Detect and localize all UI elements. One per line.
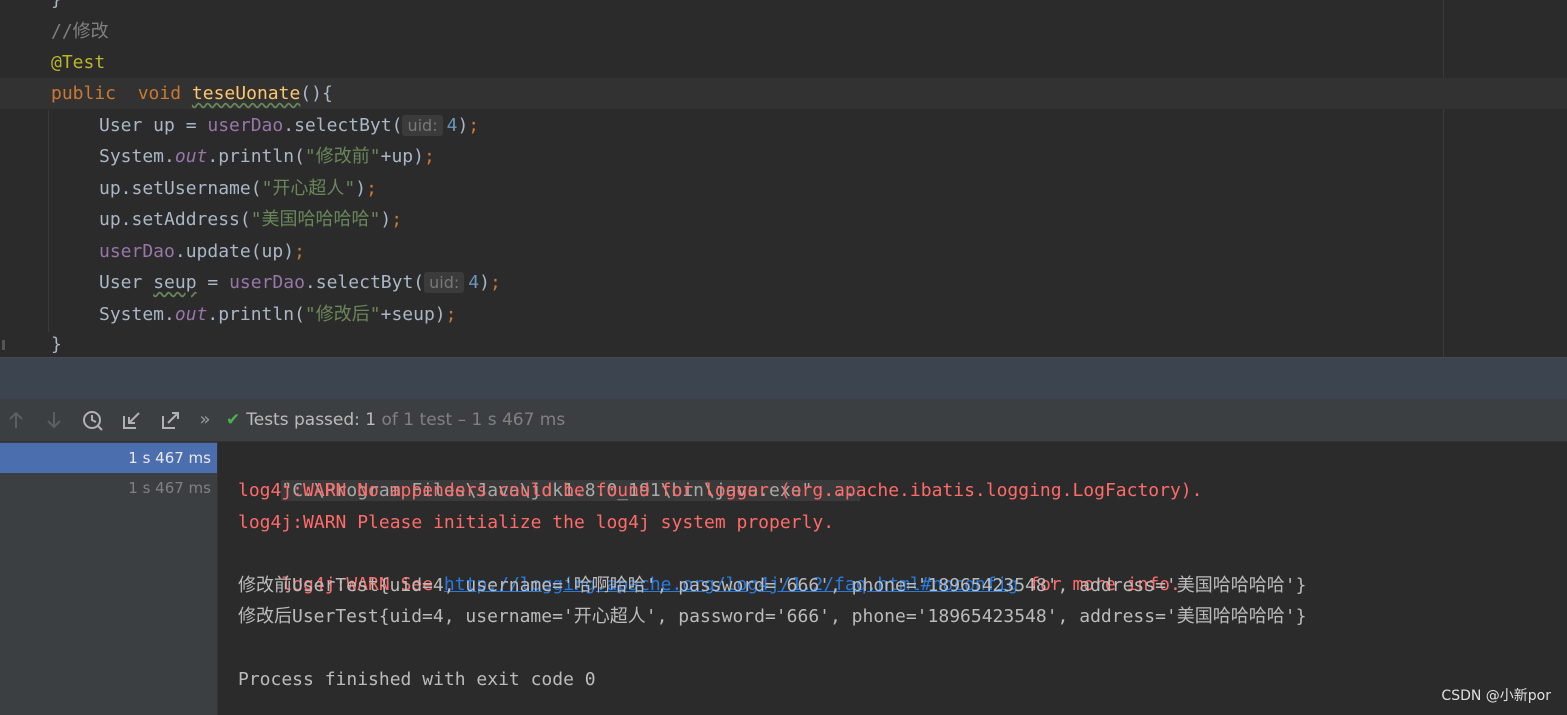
close-paren: ) bbox=[380, 209, 392, 230]
test-runner-toolbar: » ✔ Tests passed: 1 of 1 test – 1 s 467 m… bbox=[0, 399, 1567, 442]
statement: User seup = userDao.selectByt(uid: 4); bbox=[99, 267, 501, 298]
code-line-current[interactable]: public void teseUonate(){ bbox=[0, 78, 1567, 109]
statement: up.setAddress("美国哈哈哈哈"); bbox=[99, 204, 402, 235]
semicolon: ; bbox=[445, 304, 457, 325]
string-literal: "美国哈哈哈哈" bbox=[250, 209, 381, 230]
tests-status: ✔ Tests passed: 1 of 1 test – 1 s 467 ms bbox=[226, 399, 565, 441]
test-results-tree: 1 s 467 ms 1 s 467 ms bbox=[0, 442, 218, 715]
statement: userDao.update(up); bbox=[99, 236, 305, 267]
semicolon: ; bbox=[468, 115, 480, 136]
check-icon: ✔ bbox=[226, 410, 241, 430]
parameter-hint: uid: bbox=[424, 272, 465, 293]
string-literal: "修改后" bbox=[304, 304, 381, 325]
statement: User up = userDao.selectByt(uid: 4); bbox=[99, 110, 479, 141]
import-tests-icon[interactable] bbox=[120, 408, 144, 432]
code-line[interactable]: @Test bbox=[0, 47, 1567, 78]
semicolon: ; bbox=[391, 209, 403, 230]
close-paren: ) bbox=[457, 115, 469, 136]
close-paren: ) bbox=[355, 178, 367, 199]
code-line[interactable]: up.setUsername("开心超人"); bbox=[0, 173, 1567, 204]
exit-line: Process finished with exit code 0 bbox=[238, 669, 596, 690]
expression: +up) bbox=[380, 146, 424, 167]
code-line[interactable]: User up = userDao.selectByt(uid: 4); bbox=[0, 110, 1567, 141]
code-line[interactable]: System.out.println("修改后"+seup); bbox=[0, 299, 1567, 330]
code-editor[interactable]: } //修改 @Test public void teseUonate(){ U… bbox=[0, 0, 1567, 357]
comment: //修改 bbox=[51, 21, 109, 42]
code-line[interactable]: //修改 bbox=[0, 16, 1567, 47]
export-tests-icon[interactable] bbox=[159, 408, 183, 432]
semicolon: ; bbox=[423, 146, 435, 167]
panel-splitter[interactable] bbox=[0, 357, 1567, 400]
field-userdao: userDao bbox=[207, 115, 284, 136]
warning-line: log4j:WARN See http://logging.apache.org… bbox=[238, 538, 1180, 595]
code-line[interactable]: up.setAddress("美国哈哈哈哈"); bbox=[0, 204, 1567, 235]
expression: +seup) bbox=[380, 304, 446, 325]
code-line[interactable]: System.out.println("修改前"+up); bbox=[0, 141, 1567, 172]
code-line[interactable]: } bbox=[0, 329, 1567, 357]
tests-passed-label: Tests passed: 1 bbox=[246, 410, 377, 430]
method-call: .selectByt( bbox=[304, 272, 425, 293]
declaration: User bbox=[99, 272, 154, 293]
number-literal: 4 bbox=[446, 115, 458, 136]
declaration: User up = bbox=[99, 115, 208, 136]
method-call: .update(up) bbox=[174, 241, 295, 262]
annotation-test: @Test bbox=[51, 52, 106, 73]
variable-seup: seup bbox=[153, 272, 197, 293]
method-call: .println( bbox=[207, 304, 305, 325]
field-userdao: userDao bbox=[99, 241, 175, 262]
arrow-down-icon[interactable] bbox=[42, 408, 66, 432]
method-paren: (){ bbox=[300, 83, 333, 104]
test-tree-row[interactable]: 1 s 467 ms bbox=[0, 473, 217, 503]
warning-line: log4j:WARN Please initialize the log4j s… bbox=[238, 512, 835, 533]
semicolon: ; bbox=[366, 178, 377, 199]
tests-summary-label: of 1 test – 1 s 467 ms bbox=[376, 410, 566, 430]
console-line: "C:\Program Files\Java\jdk1.8.0_191\bin\… bbox=[238, 444, 860, 501]
history-clock-icon[interactable] bbox=[81, 408, 105, 432]
method-call: up.setUsername( bbox=[99, 178, 262, 199]
semicolon: ; bbox=[294, 241, 305, 262]
output-line: 修改后UserTest{uid=4, username='开心超人', pass… bbox=[238, 606, 1307, 627]
closing-brace: } bbox=[51, 0, 62, 15]
close-paren: ) bbox=[479, 272, 490, 293]
static-field-out: out bbox=[174, 304, 208, 325]
string-literal: "修改前" bbox=[304, 146, 381, 167]
method-call: up.setAddress( bbox=[99, 209, 251, 230]
closing-brace: } bbox=[51, 334, 62, 355]
semicolon: ; bbox=[489, 272, 501, 293]
console-output[interactable]: "C:\Program Files\Java\jdk1.8.0_191\bin\… bbox=[218, 442, 1567, 715]
class-system: System. bbox=[99, 304, 175, 325]
method-signature: public void teseUonate(){ bbox=[51, 78, 333, 109]
code-line[interactable]: userDao.update(up); bbox=[0, 236, 1567, 267]
statement: System.out.println("修改前"+up); bbox=[99, 141, 435, 172]
arrow-up-icon[interactable] bbox=[4, 408, 28, 432]
output-line: 修改前UserTest{uid=4, username='哈啊哈哈', pass… bbox=[238, 575, 1307, 596]
class-system: System. bbox=[99, 146, 175, 167]
statement: up.setUsername("开心超人"); bbox=[99, 173, 377, 204]
field-userdao: userDao bbox=[229, 272, 305, 293]
watermark: CSDN @小新por bbox=[1441, 688, 1551, 704]
number-literal: 4 bbox=[468, 272, 480, 293]
code-line[interactable]: User seup = userDao.selectByt(uid: 4); bbox=[0, 267, 1567, 298]
method-name: teseUonate bbox=[191, 83, 301, 104]
method-call: .selectByt( bbox=[283, 115, 403, 136]
statement: System.out.println("修改后"+seup); bbox=[99, 299, 456, 330]
test-tree-row[interactable]: 1 s 467 ms bbox=[0, 443, 217, 473]
more-icon[interactable]: » bbox=[193, 408, 217, 432]
string-literal: "开心超人" bbox=[261, 178, 356, 199]
warning-line: log4j:WARN No appenders could be found f… bbox=[238, 480, 1203, 501]
keyword-void: void bbox=[137, 83, 182, 104]
method-call: .println( bbox=[207, 146, 305, 167]
parameter-hint: uid: bbox=[402, 115, 443, 136]
static-field-out: out bbox=[174, 146, 208, 167]
keyword-public: public bbox=[51, 83, 117, 104]
code-line[interactable]: } bbox=[0, 0, 1567, 15]
assign: = bbox=[196, 272, 230, 293]
